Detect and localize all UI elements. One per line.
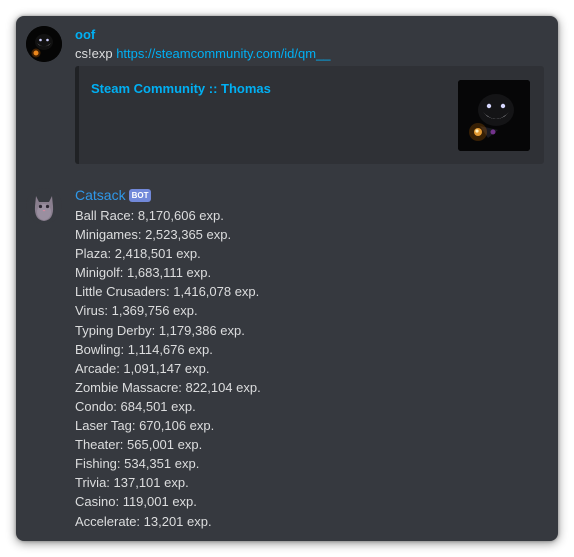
exp-line: Bowling: 1,114,676 exp. <box>75 341 213 357</box>
chat-window: oof cs!exp https://steamcommunity.com/id… <box>16 16 558 541</box>
exp-line: Arcade: 1,091,147 exp. <box>75 360 210 376</box>
message-catsack: Catsack BOT Ball Race: 8,170,606 exp. Mini… <box>16 176 558 541</box>
exp-line: Trivia: 137,101 exp. <box>75 475 189 491</box>
cat-avatar-icon[interactable] <box>26 188 62 224</box>
author-name[interactable]: Catsack <box>75 186 126 204</box>
exp-line: Plaza: 2,418,501 exp. <box>75 246 201 262</box>
exp-line: Zombie Massacre: 822,104 exp. <box>75 379 261 395</box>
dark-character-avatar-icon[interactable] <box>26 26 62 62</box>
embed-title[interactable]: Steam Community :: Thomas <box>91 81 271 96</box>
link-embed: Steam Community :: Thomas <box>75 66 544 164</box>
command-text: cs!exp <box>75 46 117 61</box>
exp-line: Laser Tag: 670,106 exp. <box>75 418 215 434</box>
exp-line: Little Crusaders: 1,416,078 exp. <box>75 284 260 300</box>
exp-line: Accelerate: 13,201 exp. <box>75 513 212 529</box>
exp-line: Theater: 565,001 exp. <box>75 437 203 453</box>
exp-list: Ball Race: 8,170,606 exp. Minigames: 2,52… <box>75 206 544 531</box>
author-name[interactable]: oof <box>75 26 95 44</box>
exp-line: Fishing: 534,351 exp. <box>75 456 200 472</box>
dark-character-thumbnail-icon[interactable] <box>458 80 530 151</box>
exp-line: Condo: 684,501 exp. <box>75 398 196 414</box>
exp-line: Casino: 119,001 exp. <box>75 494 197 510</box>
message-text: cs!exp https://steamcommunity.com/id/qm_… <box>75 44 544 63</box>
bot-badge: BOT <box>128 189 152 202</box>
exp-line: Ball Race: 8,170,606 exp. <box>75 208 224 223</box>
steam-profile-link[interactable]: https://steamcommunity.com/id/qm__ <box>116 46 330 61</box>
exp-line: Minigolf: 1,683,111 exp. <box>75 265 212 281</box>
message-oof: oof cs!exp https://steamcommunity.com/id… <box>16 16 558 176</box>
exp-line: Virus: 1,369,756 exp. <box>75 303 198 319</box>
exp-line: Minigames: 2,523,365 exp. <box>75 227 232 243</box>
exp-line: Typing Derby: 1,179,386 exp. <box>75 322 245 338</box>
